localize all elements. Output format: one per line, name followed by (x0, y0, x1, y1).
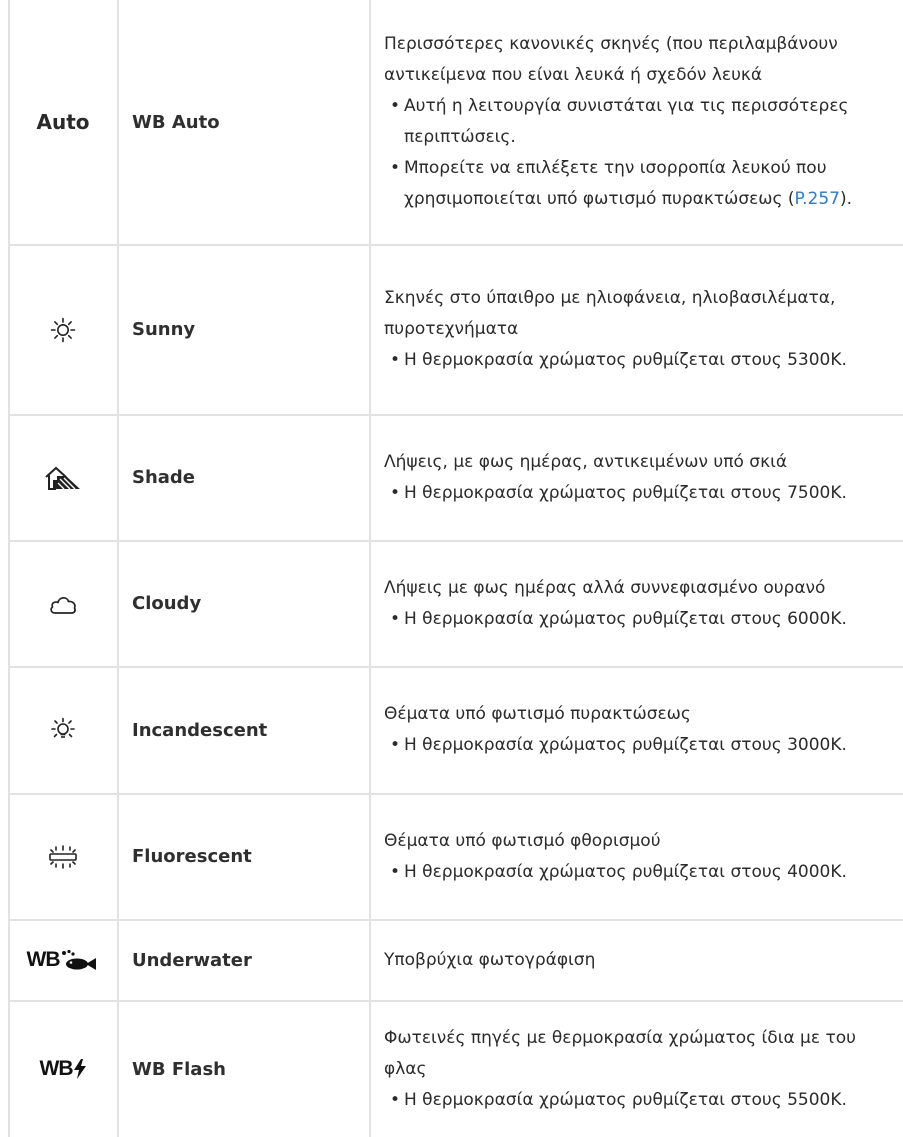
wb-text: WB (26, 948, 61, 971)
mode-name: Cloudy (132, 593, 202, 614)
description-text: Λήψεις, με φως ημέρας, αντικειμένων υπό … (384, 451, 788, 472)
bullet-text: Μπορείτε να επιλέξετε την ισορροπία λευκ… (404, 158, 827, 209)
bullet-item: Μπορείτε να επιλέξετε την ισορροπία λευκ… (390, 153, 898, 215)
mode-name: Shade (132, 467, 196, 488)
column-divider (117, 0, 119, 1137)
page-link[interactable]: P.257 (795, 189, 840, 209)
mode-description: Σκηνές στο ύπαιθρο με ηλιοφάνεια, ηλιοβα… (384, 245, 898, 414)
bullet-list: Η θερμοκρασία χρώματος ρυθμίζεται στους … (384, 345, 898, 376)
icon-cell: Auto (10, 0, 116, 244)
icon-cell: WB (10, 920, 116, 1000)
mode-name: WB Auto (132, 111, 220, 133)
icon-cell: WB (10, 1001, 116, 1137)
mode-description: Περισσότερες κανονικές σκηνές (που περιλ… (384, 0, 898, 244)
bullet-list: Η θερμοκρασία χρώματος ρυθμίζεται στους … (384, 478, 898, 509)
icon-cell (10, 541, 116, 666)
bullet-text-end: ). (840, 189, 853, 209)
description-text: Θέματα υπό φωτισμό φθορισμού (384, 830, 661, 851)
fish-bubbles-graphic (61, 949, 96, 970)
description-text: Υποβρύχια φωτογράφιση (384, 949, 596, 970)
bullet-item: Η θερμοκρασία χρώματος ρυθμίζεται στους … (390, 345, 898, 376)
bullet-list: Η θερμοκρασία χρώματος ρυθμίζεται στους … (384, 730, 898, 761)
bullet-item: Η θερμοκρασία χρώματος ρυθμίζεται στους … (390, 857, 898, 888)
mode-name: Underwater (132, 949, 252, 971)
sunny-icon (50, 317, 76, 342)
bullet-list: Η θερμοκρασία χρώματος ρυθμίζεται στους … (384, 857, 898, 888)
incandescent-icon (51, 717, 75, 738)
bullet-item: Αυτή η λειτουργία συνιστάται για τις περ… (390, 91, 898, 153)
shade-icon (45, 466, 80, 490)
fluorescent-icon (49, 844, 77, 869)
mode-description: Φωτεινές πηγές με θερμοκρασία χρώματος ί… (384, 1001, 898, 1137)
column-divider (369, 0, 371, 1137)
icon-cell (10, 245, 116, 414)
bullet-item: Η θερμοκρασία χρώματος ρυθμίζεται στους … (390, 730, 898, 761)
description-text: Λήψεις με φως ημέρας αλλά συννεφιασμένο … (384, 577, 826, 598)
wb-text: WB (39, 1057, 74, 1080)
description-text: Σκηνές στο ύπαιθρο με ηλιοφάνεια, ηλιοβα… (384, 288, 836, 339)
bullet-list: Αυτή η λειτουργία συνιστάται για τις περ… (384, 91, 898, 215)
mode-name: WB Flash (132, 1058, 226, 1080)
flash-icon: WB (40, 1057, 87, 1081)
description-text: Φωτεινές πηγές με θερμοκρασία χρώματος ί… (384, 1027, 856, 1079)
description-text: Περισσότερες κανονικές σκηνές (που περιλ… (384, 34, 838, 85)
underwater-icon: WB (27, 948, 100, 972)
mode-description: Θέματα υπό φωτισμό φθορισμού Η θερμοκρασ… (384, 794, 898, 919)
mode-description: Λήψεις, με φως ημέρας, αντικειμένων υπό … (384, 415, 898, 540)
icon-cell (10, 667, 116, 793)
description-text: Θέματα υπό φωτισμό πυρακτώσεως (384, 704, 691, 724)
bullet-item: Η θερμοκρασία χρώματος ρυθμίζεται στους … (390, 478, 898, 509)
mode-name: Fluorescent (132, 846, 252, 867)
lightning-graphic (73, 1059, 86, 1079)
mode-description: Λήψεις με φως ημέρας αλλά συννεφιασμένο … (384, 541, 898, 666)
cloudy-icon (50, 596, 76, 614)
bullet-item: Η θερμοκρασία χρώματος ρυθμίζεται στους … (390, 1085, 898, 1116)
mode-name: Incandescent (132, 719, 268, 741)
bullet-list: Η θερμοκρασία χρώματος ρυθμίζεται στους … (384, 604, 898, 635)
bullet-item: Η θερμοκρασία χρώματος ρυθμίζεται στους … (390, 604, 898, 635)
icon-cell (10, 415, 116, 540)
bullet-list: Η θερμοκρασία χρώματος ρυθμίζεται στους … (384, 1085, 898, 1116)
mode-name: Sunny (132, 319, 196, 340)
icon-cell (10, 794, 116, 919)
mode-description: Υποβρύχια φωτογράφιση (384, 920, 898, 1000)
auto-label: Auto (36, 110, 90, 134)
mode-description: Θέματα υπό φωτισμό πυρακτώσεως Η θερμοκρ… (384, 667, 898, 793)
